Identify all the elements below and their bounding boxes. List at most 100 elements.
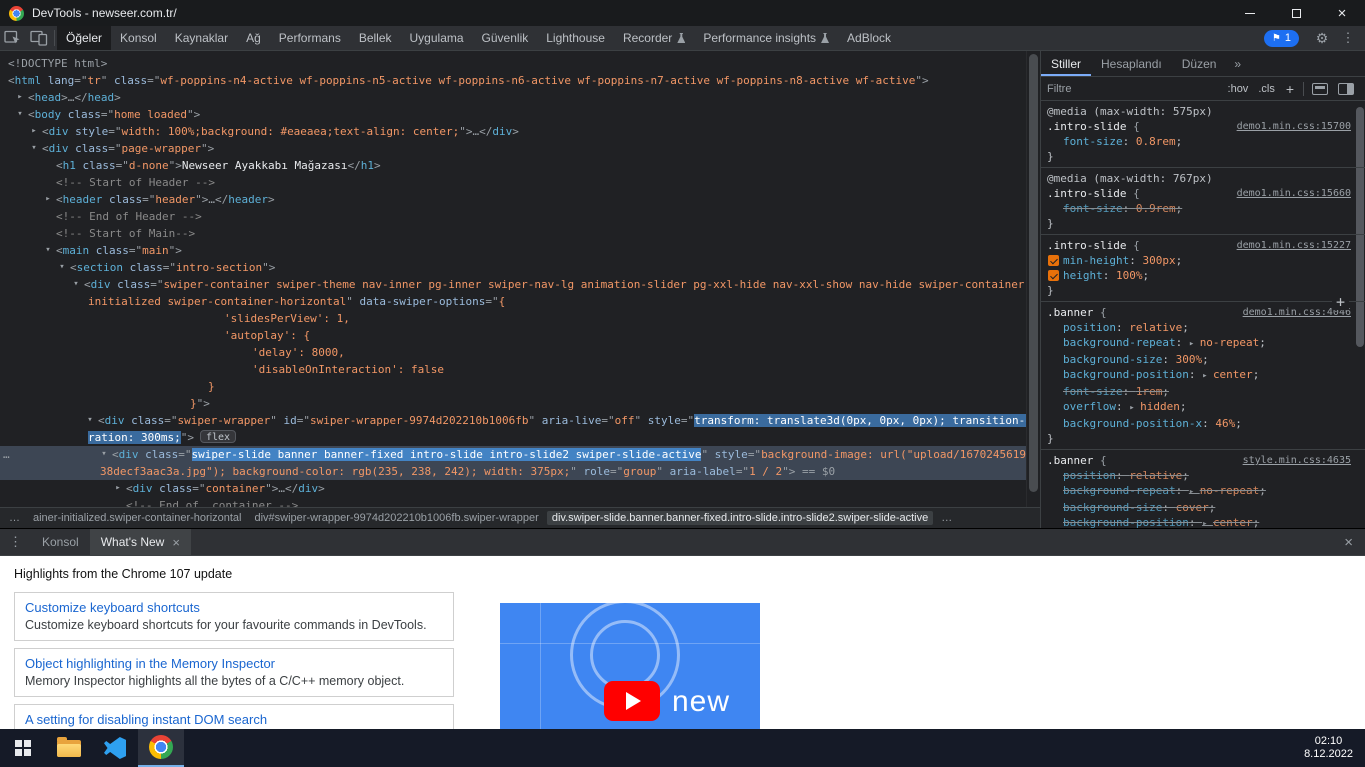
- toolbar-tab-kaynaklar[interactable]: Kaynaklar: [166, 26, 237, 50]
- more-tabs-icon[interactable]: »: [1226, 57, 1249, 71]
- dom-tree-line[interactable]: ▾<div class="page-wrapper">: [0, 140, 1026, 157]
- drawer-menu-icon[interactable]: ⋮: [0, 534, 31, 550]
- row-actions-icon[interactable]: …: [3, 446, 9, 463]
- css-declaration[interactable]: position: relative;: [1047, 320, 1351, 335]
- sidebar-tab-stiller[interactable]: Stiller: [1041, 51, 1091, 76]
- toolbar-tab-g-venlik[interactable]: Güvenlik: [473, 26, 538, 50]
- breadcrumb-item[interactable]: ainer-initialized.swiper-container-horiz…: [28, 511, 246, 525]
- expand-value-icon[interactable]: ▸: [1202, 519, 1213, 528]
- drawer-tab-what-s-new[interactable]: What's New×: [90, 529, 191, 555]
- drawer-tab-konsol[interactable]: Konsol: [31, 529, 90, 555]
- dom-tree-line[interactable]: ▾<main class="main">: [0, 242, 1026, 259]
- css-declaration[interactable]: font-size: 1rem;: [1047, 384, 1351, 399]
- new-style-rule-button[interactable]: +: [1280, 81, 1300, 97]
- dom-tree-line[interactable]: 'autoplay': {: [0, 327, 1026, 344]
- toolbar-tab-konsol[interactable]: Konsol: [111, 26, 166, 50]
- property-checkbox[interactable]: [1048, 270, 1059, 281]
- toolbar-tab-recorder[interactable]: Recorder: [614, 26, 694, 50]
- breadcrumb-item[interactable]: div.swiper-slide.banner.banner-fixed.int…: [547, 511, 933, 525]
- css-source-link[interactable]: demo1.min.css:15700: [1237, 119, 1351, 134]
- dom-tree-line[interactable]: ▸<header class="header">…</header>: [0, 191, 1026, 208]
- vscode-icon[interactable]: [92, 729, 138, 767]
- expand-value-icon[interactable]: ▸: [1129, 403, 1140, 413]
- expand-arrow-icon[interactable]: ▸: [112, 480, 124, 497]
- toolbar-tab-performans[interactable]: Performans: [270, 26, 350, 50]
- breadcrumb-item[interactable]: …: [4, 511, 25, 525]
- scrollbar-thumb[interactable]: [1029, 54, 1038, 492]
- expand-arrow-icon[interactable]: ▸: [42, 191, 54, 208]
- css-source-link[interactable]: demo1.min.css:15660: [1237, 186, 1351, 201]
- breadcrumb-item[interactable]: …: [936, 511, 957, 525]
- sidebar-tab-hesapland[interactable]: Hesaplandı: [1091, 51, 1172, 76]
- dom-tree-line[interactable]: ▸<head>…</head>: [0, 89, 1026, 106]
- css-declaration[interactable]: background-repeat: ▸ no-repeat;: [1047, 483, 1351, 500]
- expand-arrow-icon[interactable]: ▾: [42, 242, 54, 259]
- card-title-link[interactable]: Object highlighting in the Memory Inspec…: [25, 656, 443, 671]
- toolbar-tab-bellek[interactable]: Bellek: [350, 26, 401, 50]
- dom-tree-line[interactable]: <!-- Start of Main-->: [0, 225, 1026, 242]
- more-options-icon[interactable]: ⋮: [1335, 30, 1361, 46]
- css-declaration[interactable]: position: relative;: [1047, 468, 1351, 483]
- tab-close-icon[interactable]: ×: [172, 535, 180, 550]
- css-declaration[interactable]: font-size: 0.8rem;: [1047, 134, 1351, 149]
- css-declaration[interactable]: background-repeat: ▸ no-repeat;: [1047, 335, 1351, 352]
- css-declaration[interactable]: background-position-x: 46%;: [1047, 416, 1351, 431]
- dom-tree-line[interactable]: 'slidesPerView': 1,: [0, 310, 1026, 327]
- file-explorer-icon[interactable]: [46, 729, 92, 767]
- dom-tree-line[interactable]: }">: [0, 395, 1026, 412]
- whats-new-card[interactable]: Object highlighting in the Memory Inspec…: [14, 648, 454, 697]
- dom-tree-line[interactable]: <!-- End of container -->: [0, 497, 1026, 507]
- expand-arrow-icon[interactable]: ▾: [98, 446, 110, 463]
- dom-tree-line[interactable]: <!-- Start of Header -->: [0, 174, 1026, 191]
- elements-scrollbar[interactable]: [1026, 51, 1040, 507]
- device-toolbar-icon[interactable]: [26, 26, 52, 50]
- whats-new-card[interactable]: A setting for disabling instant DOM sear…: [14, 704, 454, 729]
- css-declaration[interactable]: height: 100%;: [1047, 268, 1351, 283]
- dom-tree-line[interactable]: ▸<div class="container">…</div>: [0, 480, 1026, 497]
- dom-tree-line[interactable]: 38decf3aac3a.jpg"); background-color: rg…: [0, 463, 1026, 480]
- chrome-icon[interactable]: [138, 729, 184, 767]
- dom-tree-line[interactable]: }: [0, 378, 1026, 395]
- expand-arrow-icon[interactable]: ▾: [28, 140, 40, 157]
- dom-tree-line[interactable]: ▾<section class="intro-section">: [0, 259, 1026, 276]
- css-declaration[interactable]: background-size: cover;: [1047, 500, 1351, 515]
- maximize-button[interactable]: [1273, 0, 1319, 26]
- drawer-close-icon[interactable]: ×: [1332, 534, 1365, 551]
- expand-arrow-icon[interactable]: ▾: [14, 106, 26, 123]
- expand-arrow-icon[interactable]: ▸: [14, 89, 26, 106]
- dom-tree-line[interactable]: ▸<div style="width: 100%;background: #ea…: [0, 123, 1026, 140]
- expand-arrow-icon[interactable]: ▾: [84, 412, 96, 429]
- expand-value-icon[interactable]: ▸: [1189, 487, 1200, 497]
- css-declaration[interactable]: min-height: 300px;: [1047, 253, 1351, 268]
- css-source-link[interactable]: demo1.min.css:15227: [1237, 238, 1351, 253]
- close-button[interactable]: ×: [1319, 0, 1365, 26]
- youtube-play-icon[interactable]: [604, 681, 660, 721]
- dom-tree-line[interactable]: <h1 class="d-none">Newseer Ayakkabı Mağa…: [0, 157, 1026, 174]
- expand-arrow-icon[interactable]: ▸: [28, 123, 40, 140]
- start-button[interactable]: [0, 729, 46, 767]
- dom-tree-line[interactable]: ▾<body class="home loaded">: [0, 106, 1026, 123]
- flex-badge[interactable]: flex: [200, 430, 236, 443]
- toolbar-tab-adblock[interactable]: AdBlock: [838, 26, 900, 50]
- css-declaration[interactable]: overflow: ▸ hidden;: [1047, 399, 1351, 416]
- dom-tree-line[interactable]: <!DOCTYPE html>: [0, 55, 1026, 72]
- expand-value-icon[interactable]: ▸: [1189, 339, 1200, 349]
- element-classes-button[interactable]: .cls: [1253, 83, 1280, 95]
- expand-arrow-icon[interactable]: ▾: [56, 259, 68, 276]
- dom-tree-line[interactable]: <html lang="tr" class="wf-poppins-n4-act…: [0, 72, 1026, 89]
- settings-gear-icon[interactable]: ⚙: [1309, 30, 1335, 47]
- dom-tree-line[interactable]: ▾<div class="swiper-container swiper-the…: [0, 276, 1026, 293]
- css-declaration[interactable]: background-size: 300%;: [1047, 352, 1351, 367]
- whats-new-card[interactable]: Customize keyboard shortcutsCustomize ke…: [14, 592, 454, 641]
- property-checkbox[interactable]: [1048, 255, 1059, 266]
- dom-tree-line[interactable]: <!-- End of Header -->: [0, 208, 1026, 225]
- card-title-link[interactable]: Customize keyboard shortcuts: [25, 600, 443, 615]
- dom-tree-line[interactable]: 'delay': 8000,: [0, 344, 1026, 361]
- minimize-button[interactable]: [1227, 0, 1273, 26]
- issues-badge[interactable]: ⚑ 1: [1264, 30, 1299, 47]
- dom-tree-line[interactable]: ration: 300ms;">flex: [0, 429, 1026, 446]
- styles-filter-input[interactable]: [1047, 83, 1167, 95]
- sidebar-tab-d-zen[interactable]: Düzen: [1172, 51, 1227, 76]
- dom-tree-line[interactable]: ▾<div class="swiper-wrapper" id="swiper-…: [0, 412, 1026, 429]
- dom-tree-line[interactable]: initialized swiper-container-horizontal"…: [0, 293, 1026, 310]
